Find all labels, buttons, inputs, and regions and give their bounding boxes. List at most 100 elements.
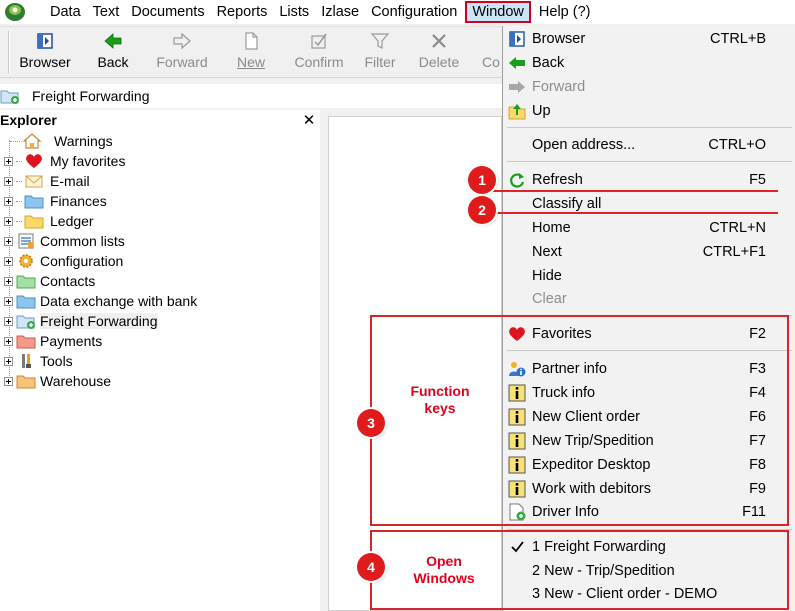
filter-icon	[370, 33, 390, 49]
arrow-right-icon	[173, 32, 191, 50]
tree-item-configuration[interactable]: Configuration	[4, 251, 123, 271]
tree-item-my-favorites[interactable]: My favorites	[4, 151, 125, 171]
menu-text[interactable]: Text	[87, 1, 126, 23]
tree-item-label: Finances	[50, 193, 107, 209]
heart-icon	[26, 154, 42, 168]
menu-data[interactable]: Data	[44, 1, 87, 23]
browser-icon	[509, 30, 525, 47]
menu-izlase[interactable]: Izlase	[315, 1, 365, 23]
annotation-badge-1: 1	[468, 166, 496, 194]
tree-item-ledger[interactable]: Ledger	[4, 211, 94, 231]
menu-item-refresh[interactable]: Refresh F5	[503, 168, 795, 191]
expand-icon[interactable]	[4, 196, 13, 206]
menu-item-label: Refresh	[532, 171, 583, 188]
tree-item-label: E-mail	[50, 173, 90, 189]
confirm-button[interactable]: Confirm	[294, 31, 344, 75]
arrow-right-icon	[509, 80, 525, 93]
tree-item-label: Common lists	[40, 233, 125, 249]
menu-lists[interactable]: Lists	[273, 1, 315, 23]
menu-item-clear[interactable]: Clear	[503, 287, 795, 310]
menu-configuration[interactable]: Configuration	[365, 1, 463, 23]
menu-item-hide[interactable]: Hide	[503, 264, 795, 287]
delete-button-label: Delete	[418, 54, 460, 70]
tree-item-warnings[interactable]: Warnings	[10, 131, 113, 151]
co-button[interactable]: Co	[482, 31, 502, 75]
tree-item-contacts[interactable]: Contacts	[4, 271, 95, 291]
annotation-underline-refresh	[484, 190, 778, 192]
expand-icon[interactable]	[4, 356, 13, 366]
new-button[interactable]: New	[232, 31, 270, 75]
tree-item-common-lists[interactable]: Common lists	[4, 231, 125, 251]
expand-icon[interactable]	[4, 336, 13, 346]
browser-button[interactable]: Browser	[16, 31, 74, 75]
tree-item-label: Freight Forwarding	[40, 313, 158, 329]
delete-button[interactable]: Delete	[416, 31, 462, 75]
toolbar-separator	[8, 31, 10, 73]
menu-item-forward[interactable]: Forward	[503, 75, 795, 98]
confirm-button-label: Confirm	[294, 54, 344, 70]
annotation-badge-3: 3	[357, 409, 385, 437]
menu-item-browser[interactable]: Browser CTRL+B	[503, 27, 795, 50]
arrow-left-icon	[509, 56, 525, 69]
tree-item-label: Contacts	[40, 273, 96, 289]
menu-item-back[interactable]: Back	[503, 51, 795, 74]
expand-icon[interactable]	[4, 236, 13, 246]
tree-item-warehouse[interactable]: Warehouse	[4, 371, 111, 391]
expand-icon[interactable]	[4, 256, 13, 266]
tree-item-tools[interactable]: Tools	[4, 351, 73, 371]
menu-item-up[interactable]: Up	[503, 99, 795, 122]
annotation-label-function-keys: Function keys	[410, 383, 470, 416]
annotation-badge-4: 4	[357, 553, 385, 581]
forward-button-label: Forward	[156, 54, 208, 70]
tree-item-label: My favorites	[50, 153, 126, 169]
lists-icon	[18, 233, 34, 249]
expand-icon[interactable]	[4, 276, 13, 286]
tree-item-email[interactable]: E-mail	[4, 171, 90, 191]
tree-item-freight-forwarding[interactable]: Freight Forwarding	[4, 311, 158, 331]
expand-icon[interactable]	[4, 376, 13, 386]
expand-icon[interactable]	[4, 156, 13, 166]
annotation-label-open-windows: Open Windows	[413, 553, 475, 586]
delete-icon	[432, 34, 446, 48]
gear-icon	[19, 254, 33, 268]
new-button-label: New	[236, 54, 265, 70]
tree-item-data-exchange[interactable]: Data exchange with bank	[4, 291, 197, 311]
envelope-icon	[25, 175, 43, 188]
menu-item-shortcut: CTRL+N	[709, 219, 766, 236]
tree-item-label: Tools	[40, 353, 73, 369]
explorer-title: Explorer	[0, 112, 57, 128]
menu-item-label: Open address...	[532, 136, 636, 153]
menu-item-next[interactable]: Next CTRL+F1	[503, 240, 795, 263]
tree-item-payments[interactable]: Payments	[4, 331, 102, 351]
co-button-label: Co	[482, 54, 500, 70]
menu-item-label: Clear	[532, 290, 567, 307]
menu-item-label: Up	[532, 102, 551, 119]
menu-item-label: Next	[532, 243, 562, 260]
menu-item-shortcut: F5	[749, 171, 766, 188]
annotation-box-function-keys	[370, 315, 789, 526]
refresh-icon	[510, 172, 525, 188]
back-button[interactable]: Back	[90, 31, 136, 75]
expand-icon[interactable]	[4, 316, 13, 326]
tree-item-label: Warnings	[54, 133, 113, 149]
tree-item-label: Payments	[40, 333, 103, 349]
tree-item-label: Configuration	[40, 253, 124, 269]
close-icon[interactable]: ✕	[302, 111, 316, 129]
menubar: Data Text Documents Reports Lists Izlase…	[0, 0, 795, 24]
menu-window[interactable]: Window	[465, 1, 531, 23]
expand-icon[interactable]	[4, 176, 13, 186]
expand-icon[interactable]	[4, 216, 13, 226]
forward-button[interactable]: Forward	[156, 31, 208, 75]
expand-icon[interactable]	[4, 296, 13, 306]
menu-reports[interactable]: Reports	[211, 1, 274, 23]
menu-item-open-address[interactable]: Open address... CTRL+O	[503, 133, 795, 156]
filter-button[interactable]: Filter	[362, 31, 398, 75]
menu-documents[interactable]: Documents	[125, 1, 210, 23]
menu-help[interactable]: Help (?)	[533, 1, 597, 23]
menu-item-shortcut: CTRL+O	[708, 136, 766, 153]
app-window: Data Text Documents Reports Lists Izlase…	[0, 0, 795, 611]
tree-item-label: Data exchange with bank	[40, 293, 198, 309]
address-bar[interactable]: Freight Forwarding	[0, 84, 502, 108]
tree-item-finances[interactable]: Finances	[4, 191, 107, 211]
menu-item-home[interactable]: Home CTRL+N	[503, 216, 795, 239]
